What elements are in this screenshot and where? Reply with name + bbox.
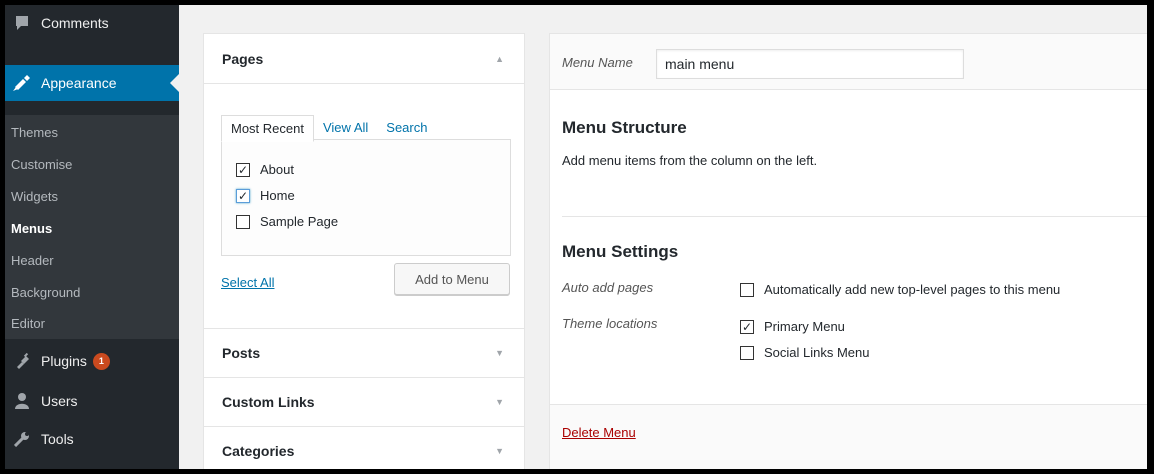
submenu-item-themes[interactable]: Themes <box>11 125 58 140</box>
section-divider <box>562 216 1147 217</box>
option-label: Sample Page <box>260 214 339 229</box>
delete-menu-link[interactable]: Delete Menu <box>562 425 636 440</box>
checkbox-unchecked[interactable] <box>740 282 754 297</box>
accordion-section-custom-links[interactable]: Custom Links ▼ <box>204 377 524 427</box>
pages-panel: Most Recent View All Search ✓ About ✓ Ho… <box>204 85 524 295</box>
page-option-sample-page[interactable]: Sample Page <box>236 214 338 229</box>
arrow-up-icon: ▲ <box>495 53 504 64</box>
user-icon <box>11 393 33 409</box>
location-option-primary-menu[interactable]: ✓ Primary Menu <box>740 319 845 334</box>
update-count-badge: 1 <box>92 352 110 370</box>
section-title: Custom Links <box>222 393 315 410</box>
sidebar-item-label: Users <box>41 393 78 409</box>
location-option-social-links-menu[interactable]: Social Links Menu <box>740 345 870 360</box>
section-title: Pages <box>222 50 264 67</box>
checkbox-unchecked[interactable] <box>740 345 754 360</box>
section-title: Posts <box>222 345 261 361</box>
sidebar-item-appearance[interactable]: Appearance <box>5 65 179 101</box>
appearance-submenu: Themes Customise Widgets Menus Header Ba… <box>5 115 179 339</box>
menu-editor: Menu Name main menu Menu Structure Add m… <box>549 33 1147 469</box>
arrow-down-icon: ▼ <box>495 396 504 407</box>
option-label: About <box>260 162 294 177</box>
add-to-menu-button[interactable]: Add to Menu <box>394 263 510 295</box>
checkbox-unchecked[interactable] <box>236 214 250 229</box>
pages-tabs: Most Recent View All Search <box>221 115 436 142</box>
sidebar-item-plugins[interactable]: Plugins 1 <box>5 343 179 379</box>
sidebar-item-label: Plugins <box>41 353 87 369</box>
tab-view-all[interactable]: View All <box>314 115 377 142</box>
add-menu-items-accordion: Pages ▲ Most Recent View All Search ✓ Ab… <box>203 33 525 469</box>
menu-editor-footer: Delete Menu <box>550 404 1147 469</box>
submenu-item-editor[interactable]: Editor <box>11 316 45 331</box>
arrow-down-icon: ▼ <box>495 445 504 456</box>
comment-icon <box>11 15 33 31</box>
page-option-home[interactable]: ✓ Home <box>236 188 295 203</box>
checkbox-checked[interactable]: ✓ <box>236 188 250 203</box>
theme-locations-label: Theme locations <box>562 316 658 331</box>
arrow-down-icon: ▼ <box>495 348 504 358</box>
menu-structure-description: Add menu items from the column on the le… <box>562 153 818 168</box>
sidebar-item-comments[interactable]: Comments <box>5 5 179 41</box>
auto-add-pages-option[interactable]: Automatically add new top-level pages to… <box>740 282 1060 297</box>
submenu-item-widgets[interactable]: Widgets <box>11 189 58 204</box>
auto-add-pages-label: Auto add pages <box>562 280 654 295</box>
submenu-item-menus[interactable]: Menus <box>11 221 52 236</box>
select-all-link[interactable]: Select All <box>221 275 274 290</box>
sidebar-item-users[interactable]: Users <box>5 383 179 419</box>
tab-most-recent[interactable]: Most Recent <box>221 115 314 142</box>
checkbox-checked[interactable]: ✓ <box>740 319 754 334</box>
submenu-item-background[interactable]: Background <box>11 285 80 300</box>
sidebar-item-label: Comments <box>41 15 109 31</box>
pages-checklist: ✓ About ✓ Home Sample Page <box>221 139 511 256</box>
checkbox-checked[interactable]: ✓ <box>236 162 250 177</box>
sidebar-item-tools[interactable]: Tools <box>5 421 179 457</box>
accordion-section-categories[interactable]: Categories ▼ <box>204 426 524 469</box>
section-title: Categories <box>222 442 295 459</box>
menu-name-label: Menu Name <box>562 55 633 70</box>
sidebar-item-label: Appearance <box>41 75 117 91</box>
menu-editor-header: Menu Name main menu <box>550 34 1147 90</box>
option-label: Social Links Menu <box>764 345 870 360</box>
plugin-icon <box>11 353 33 369</box>
sidebar-item-label: Tools <box>41 431 74 447</box>
wrench-icon <box>11 431 33 447</box>
option-label: Automatically add new top-level pages to… <box>764 282 1061 297</box>
submenu-item-header[interactable]: Header <box>11 253 54 268</box>
tab-search[interactable]: Search <box>377 115 436 142</box>
admin-sidebar: Comments Appearance Themes Customise Wid… <box>5 5 179 469</box>
accordion-section-posts[interactable]: Posts ▼ <box>204 328 524 378</box>
option-label: Home <box>260 188 295 203</box>
menu-settings-title: Menu Settings <box>562 242 679 261</box>
menu-structure-title: Menu Structure <box>562 118 687 137</box>
admin-frame: Comments Appearance Themes Customise Wid… <box>5 5 1147 469</box>
page-option-about[interactable]: ✓ About <box>236 162 294 177</box>
accordion-section-pages[interactable]: Pages ▲ <box>204 34 524 84</box>
option-label: Primary Menu <box>764 319 845 334</box>
brush-icon <box>11 75 33 91</box>
submenu-item-customise[interactable]: Customise <box>11 157 72 172</box>
menu-name-input[interactable]: main menu <box>656 49 964 79</box>
